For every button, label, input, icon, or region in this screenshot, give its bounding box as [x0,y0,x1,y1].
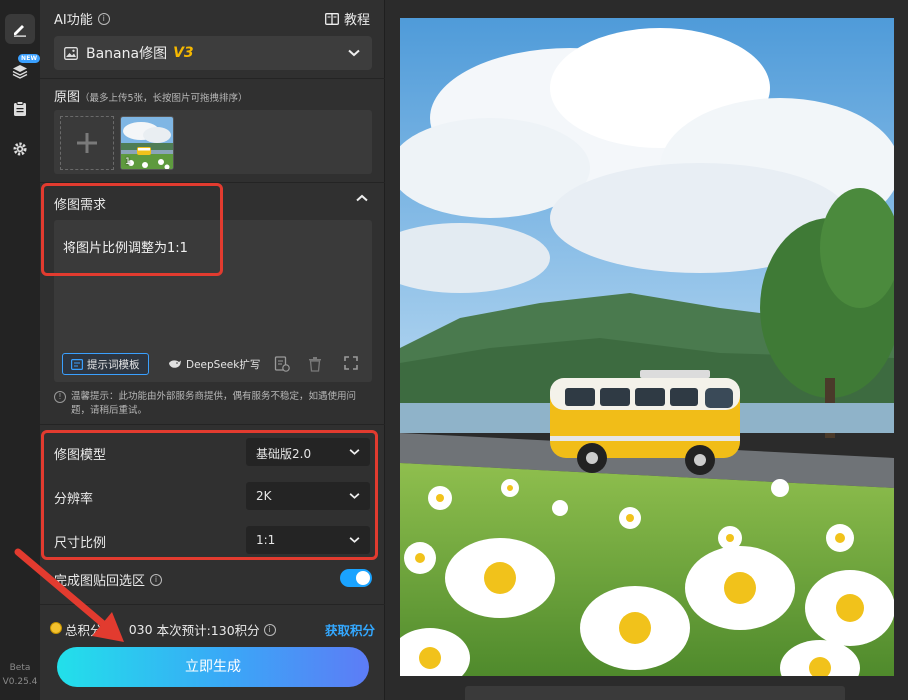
template-icon [71,358,83,370]
paste-back-toggle[interactable] [340,569,372,587]
history-note-icon[interactable] [274,356,290,372]
tutorial-link[interactable]: 教程 [325,9,370,28]
get-points-link[interactable]: 获取积分 [325,620,375,639]
version-tag: V3 [173,45,194,61]
beta-label: Beta [9,663,31,673]
add-image-button[interactable] [60,116,114,170]
original-image-title: 原图（最多上传5张，长按图片可拖拽排序） [54,86,248,105]
deepseek-whale-icon [169,360,181,368]
panel-header: AI功能 i [54,9,110,28]
chevron-up-icon[interactable] [356,194,368,202]
landscape-photo [400,18,894,676]
canvas-area [385,0,908,700]
plus-icon [77,133,97,153]
trash-icon[interactable] [308,356,322,372]
settings-tool-button[interactable] [5,134,35,164]
original-image-label: 原图 [54,90,81,105]
expand-icon[interactable] [344,356,358,370]
original-image-hint: （最多上传5张，长按图片可拖拽排序） [80,93,248,104]
info-icon: ! [54,391,66,403]
version-label: V0.25.4 [2,677,38,687]
deepseek-expand-button[interactable]: DeepSeek扩写 [164,353,264,375]
divider [40,424,385,425]
layers-icon [12,65,28,79]
pencil-icon [14,25,26,37]
annotation-arrow [14,548,124,642]
tutorial-label: 教程 [343,13,370,28]
deepseek-label: DeepSeek扩写 [186,358,261,371]
function-select[interactable]: Banana修图 V3 [54,36,372,70]
image-thumbnail[interactable]: 1 [120,116,174,170]
clipboard-tool-button[interactable] [5,94,35,124]
book-icon [325,12,339,25]
info-icon[interactable]: i [263,623,276,636]
service-tip-text: 温馨提示：此功能由外部服务商提供，偶有服务不稳定，如遇使用问题，请稍后重试。 [71,391,357,416]
info-icon[interactable]: i [97,12,110,25]
preview-image[interactable] [400,18,894,676]
clipboard-icon [14,101,26,116]
estimate-points: 本次预计:130积分 [156,623,260,638]
gear-icon [13,142,27,156]
app-window: NEW Beta V0.25.4 AI功能 i 教程 Banana修图 V3 原… [0,0,908,700]
service-tip: ! 温馨提示：此功能由外部服务商提供，偶有服务不稳定，如遇使用问题，请稍后重试。 [54,390,374,418]
prompt-template-button[interactable]: 提示词模板 [62,353,149,375]
highlight-box-requirement [41,183,223,276]
generate-button[interactable]: 立即生成 [57,647,369,687]
divider [40,78,385,79]
function-select-value: Banana修图 [86,46,168,62]
original-image-box: 1 [54,110,372,174]
canvas-bottom-toolbar[interactable] [465,686,845,700]
thumbnail-index: 1 [125,157,131,167]
new-badge: NEW [18,54,41,63]
image-edit-icon [64,46,78,60]
edit-tool-button[interactable] [5,14,35,44]
prompt-template-label: 提示词模板 [87,358,140,371]
chevron-down-icon [348,49,360,57]
panel-title: AI功能 [54,13,93,28]
